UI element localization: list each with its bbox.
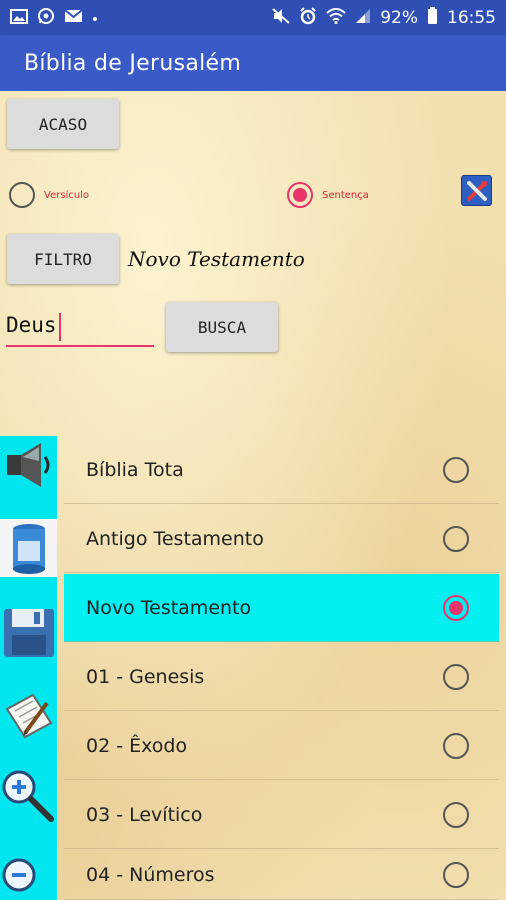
filter-button[interactable]: FILTRO [7, 234, 119, 284]
edit-notes-icon[interactable] [0, 686, 57, 744]
app-bar: Bíblia de Jerusalém [0, 35, 506, 91]
status-bar: 92% 16:55 [0, 0, 506, 35]
random-button[interactable]: ACASO [7, 99, 119, 149]
filter-value: Novo Testamento [128, 247, 305, 271]
list-item-radio[interactable] [443, 861, 469, 888]
list-item-radio[interactable] [443, 663, 469, 690]
alarm-icon [299, 7, 317, 28]
tools-icon[interactable] [461, 175, 492, 206]
list-item-radio[interactable] [443, 456, 469, 483]
app-title: Bíblia de Jerusalém [24, 50, 242, 76]
radio-verse[interactable]: Versículo [9, 182, 89, 208]
mute-icon [272, 8, 290, 27]
radio-verse-circle[interactable] [9, 182, 35, 208]
search-input[interactable] [6, 305, 154, 347]
list-item[interactable]: 01 - Genesis [64, 643, 499, 711]
tool-sidebar [0, 436, 57, 900]
list-item-label: 01 - Genesis [86, 665, 205, 688]
main-content: ACASO Versículo Sentença FILTRO Novo Tes… [0, 91, 506, 900]
list-item[interactable]: 04 - Números [64, 850, 499, 900]
speaker-icon[interactable] [0, 436, 57, 494]
whatsapp-icon [37, 7, 55, 28]
status-time: 16:55 [447, 7, 496, 28]
list-item[interactable]: Novo Testamento [64, 574, 499, 642]
list-item-radio[interactable] [443, 732, 469, 759]
list-item-label: Bíblia Tota [86, 458, 184, 481]
image-icon [10, 8, 28, 27]
search-button[interactable]: BUSCA [166, 302, 278, 352]
status-left [10, 7, 98, 28]
list-item[interactable]: Antigo Testamento [64, 505, 499, 573]
battery-percent: 92% [380, 7, 418, 28]
wifi-icon [326, 8, 346, 27]
list-item[interactable]: Bíblia Tota [64, 436, 499, 504]
list-item-label: 04 - Números [86, 863, 215, 886]
radio-sentence[interactable]: Sentença [287, 182, 369, 208]
radio-sentence-circle[interactable] [287, 182, 313, 208]
dot-icon [92, 10, 98, 25]
radio-verse-label: Versículo [44, 189, 90, 201]
list-item-label: Novo Testamento [86, 596, 252, 619]
mail-icon [64, 9, 83, 26]
zoom-out-icon[interactable] [0, 850, 57, 900]
list-item-radio[interactable] [443, 594, 469, 621]
list-item-radio[interactable] [443, 801, 469, 828]
list-item[interactable]: 02 - Êxodo [64, 712, 499, 780]
list-item-label: Antigo Testamento [86, 527, 264, 550]
zoom-in-icon[interactable] [0, 768, 57, 826]
signal-icon [355, 8, 371, 27]
paint-can-icon[interactable] [0, 519, 57, 577]
radio-sentence-label: Sentença [322, 189, 369, 201]
list-item-radio[interactable] [443, 525, 469, 552]
status-right: 92% 16:55 [272, 7, 496, 28]
text-caret [59, 313, 61, 341]
list-item[interactable]: 03 - Levítico [64, 781, 499, 849]
list-item-label: 03 - Levítico [86, 803, 203, 826]
save-disk-icon[interactable] [0, 603, 57, 661]
list-item-label: 02 - Êxodo [86, 734, 188, 757]
battery-icon [427, 7, 438, 28]
